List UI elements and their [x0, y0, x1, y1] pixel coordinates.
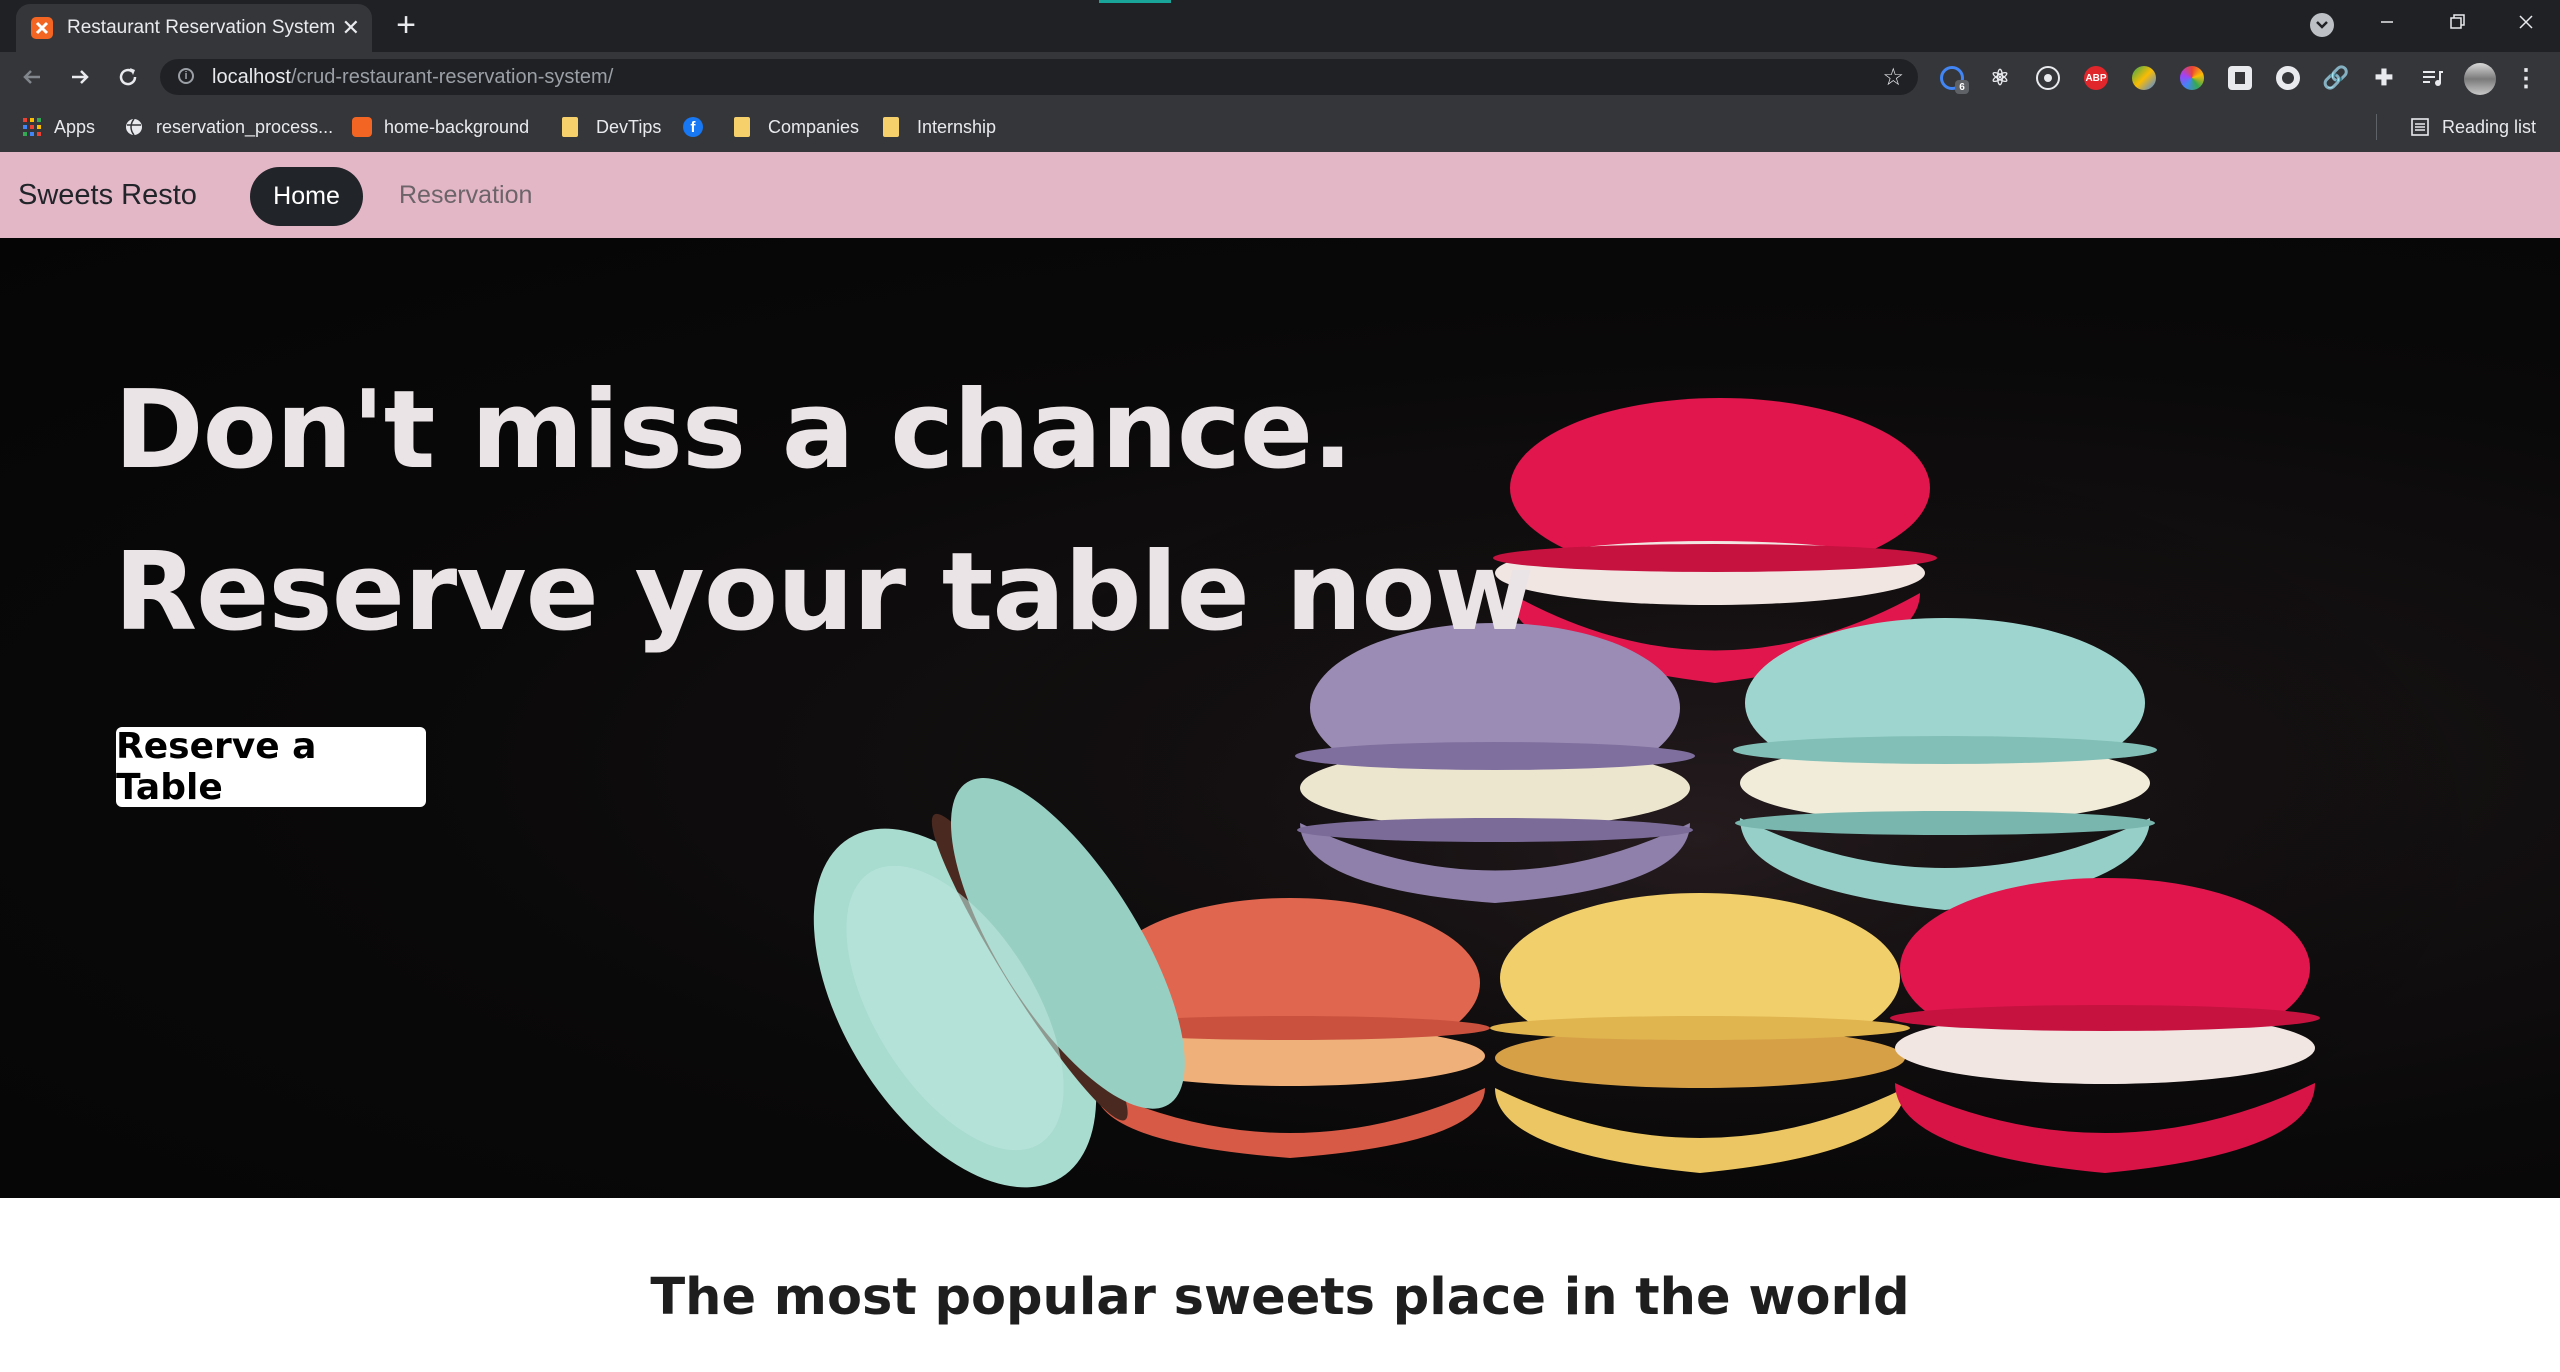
forward-icon[interactable] — [64, 61, 96, 93]
bookmark-label: Companies — [768, 116, 860, 137]
color-wheel-extension-icon[interactable] — [2180, 66, 2204, 90]
bookmark-folder-internship[interactable]: Internship — [883, 115, 996, 139]
circle-extension-icon[interactable] — [2276, 66, 2300, 90]
nav-home-link[interactable]: Home — [250, 167, 363, 226]
bookmarks-bar: Apps reservation_process... home-backgro… — [0, 102, 2560, 152]
bookmark-label: Internship — [917, 116, 997, 137]
bookmark-reservation-process[interactable]: reservation_process... — [124, 115, 333, 139]
url-path: /crud-restaurant-reservation-system/ — [290, 66, 614, 88]
close-window-icon[interactable] — [2506, 6, 2546, 38]
extension-badge: 6 — [1955, 80, 1969, 94]
menu-kebab-icon[interactable]: ⋮ — [2514, 65, 2538, 92]
reload-icon[interactable] — [112, 61, 144, 93]
minimize-icon[interactable] — [2367, 6, 2407, 38]
tab-search-icon[interactable] — [2310, 13, 2334, 37]
site-info-icon[interactable]: i — [178, 68, 194, 84]
media-controls-icon[interactable] — [2420, 66, 2444, 90]
facebook-icon: f — [683, 117, 703, 137]
reading-list-icon — [2411, 118, 2429, 136]
section-heading: The most popular sweets place in the wor… — [650, 1268, 1910, 1327]
adblock-plus-icon[interactable]: ABP — [2084, 66, 2108, 90]
tab-close-icon[interactable]: ✕ — [342, 15, 360, 41]
bookmark-star-icon[interactable]: ☆ — [1882, 63, 1904, 92]
folder-icon — [562, 117, 578, 137]
notes-extension-icon[interactable] — [2228, 66, 2252, 90]
bookmark-apps[interactable]: Apps — [22, 115, 95, 139]
nav-reservation-link[interactable]: Reservation — [399, 181, 532, 210]
hero-headline-line1: Don't miss a chance. — [114, 368, 1353, 493]
folder-icon — [883, 117, 899, 137]
bookmark-folder-companies[interactable]: Companies — [734, 115, 859, 139]
bookmark-label: reservation_process... — [156, 116, 334, 137]
link-extension-icon[interactable]: 🔗 — [2322, 65, 2349, 90]
xampp-favicon-icon — [31, 17, 53, 39]
site-navbar: Sweets Resto Home Reservation — [0, 152, 2560, 238]
url-host: localhost — [212, 66, 291, 88]
tabstrip-accent — [1099, 0, 1171, 3]
new-tab-button[interactable]: + — [390, 8, 422, 42]
reading-list-label: Reading list — [2442, 116, 2537, 137]
bookmark-folder-devtips[interactable]: DevTips — [562, 115, 661, 139]
react-devtools-icon[interactable]: ⚛ — [1988, 65, 2012, 90]
reserve-table-button[interactable]: Reserve a Table — [116, 726, 426, 808]
extensions-puzzle-icon[interactable]: ✚ — [2372, 65, 2396, 90]
color-picker-extension-icon[interactable] — [2132, 66, 2156, 90]
hero-section: Don't miss a chance. Reserve your table … — [0, 238, 2560, 1198]
bookmarks-separator — [2376, 114, 2377, 140]
apps-grid-icon — [23, 118, 41, 136]
folder-icon — [734, 117, 750, 137]
bookmark-home-background[interactable]: home-background — [352, 115, 529, 139]
globe-icon — [126, 118, 142, 136]
hero-headline-line2: Reserve your table now — [114, 530, 1534, 655]
target-extension-icon[interactable] — [2036, 66, 2060, 90]
bookmark-label: Apps — [54, 116, 96, 137]
url-text[interactable]: localhost/crud-restaurant-reservation-sy… — [212, 66, 613, 89]
back-icon[interactable] — [16, 61, 48, 93]
bookmark-facebook[interactable]: f — [683, 115, 703, 139]
reading-list-button[interactable]: Reading list — [2410, 115, 2536, 139]
browser-tabstrip: Restaurant Reservation System ✕ + — [0, 0, 2560, 52]
xampp-icon — [352, 117, 372, 137]
browser-tab[interactable]: Restaurant Reservation System ✕ — [16, 4, 372, 52]
address-bar[interactable]: i localhost/crud-restaurant-reservation-… — [160, 59, 1918, 95]
bookmark-label: DevTips — [596, 116, 662, 137]
tab-title: Restaurant Reservation System — [67, 17, 336, 38]
browser-toolbar: i localhost/crud-restaurant-reservation-… — [0, 52, 2560, 102]
bookmark-label: home-background — [384, 116, 530, 137]
restore-icon[interactable] — [2437, 6, 2477, 38]
profile-avatar[interactable] — [2464, 63, 2496, 95]
brand-logo[interactable]: Sweets Resto — [18, 179, 197, 212]
